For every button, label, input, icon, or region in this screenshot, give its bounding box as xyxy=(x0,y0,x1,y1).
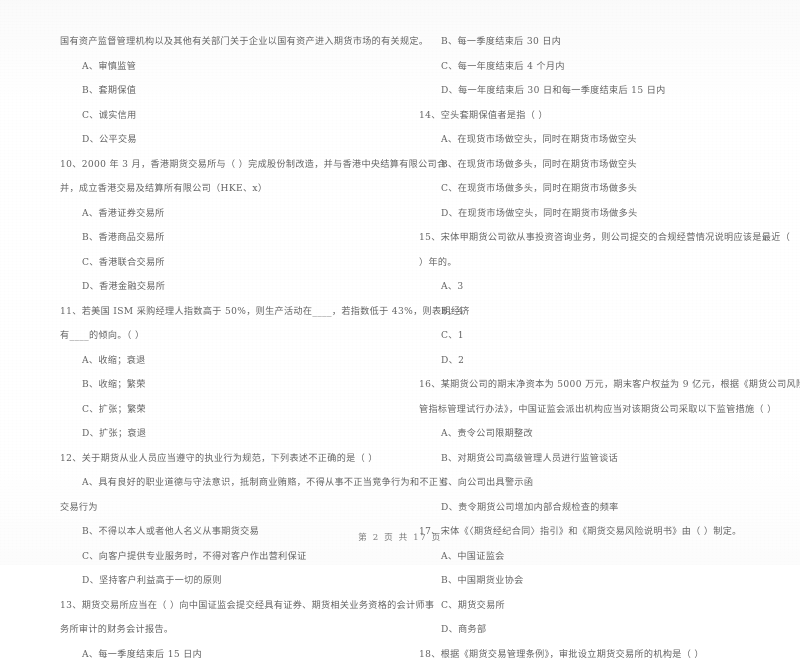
option-item: D、香港金融交易所 xyxy=(60,275,391,300)
option-item: A、在现货市场做空头，同时在期货市场做空头 xyxy=(419,128,750,153)
document-page: 国有资产监督管理机构以及其他有关部门关于企业以国有资产进入期货市场的有关规定。 … xyxy=(0,0,800,565)
option-item: B、4 xyxy=(419,300,750,325)
option-item: A、每一季度结束后 15 日内 xyxy=(60,643,391,667)
option-item: D、商务部 xyxy=(419,618,750,643)
question-stem-14: 14、空头套期保值者是指（ ） xyxy=(419,104,750,129)
question-stem-15: 15、宋体甲期货公司欲从事投资咨询业务，则公司提交的合规经营情况说明应该是最近（ xyxy=(419,226,750,251)
question-stem-continued: 国有资产监督管理机构以及其他有关部门关于企业以国有资产进入期货市场的有关规定。 xyxy=(60,30,391,55)
option-item: C、在现货市场做多头，同时在期货市场做多头 xyxy=(419,177,750,202)
option-item: C、1 xyxy=(419,324,750,349)
option-item: C、期货交易所 xyxy=(419,594,750,619)
question-stem-11: 11、若美国 ISM 采购经理人指数高于 50%，则生产活动在____，若指数低… xyxy=(60,300,391,325)
option-item-wrap: 交易行为 xyxy=(60,496,391,521)
option-item: B、套期保值 xyxy=(60,79,391,104)
option-item: B、香港商品交易所 xyxy=(60,226,391,251)
option-item: C、诚实信用 xyxy=(60,104,391,129)
option-item: A、责令公司限期整改 xyxy=(419,422,750,447)
option-item: B、在现货市场做多头，同时在期货市场做空头 xyxy=(419,153,750,178)
two-column-body: 国有资产监督管理机构以及其他有关部门关于企业以国有资产进入期货市场的有关规定。 … xyxy=(60,30,750,515)
option-item: A、香港证券交易所 xyxy=(60,202,391,227)
option-item: B、中国期货业协会 xyxy=(419,569,750,594)
question-stem-18: 18、根据《期货交易管理条例》，审批设立期货交易所的机构是（ ） xyxy=(419,643,750,667)
question-stem-11-wrap: 有____的倾向。（ ） xyxy=(60,324,391,349)
option-item: B、收缩；繁荣 xyxy=(60,373,391,398)
option-item: D、扩张；衰退 xyxy=(60,422,391,447)
question-stem-16: 16、某期货公司的期末净资本为 5000 万元，期末客户权益为 9 亿元，根据《… xyxy=(419,373,750,398)
question-stem-10: 10、2000 年 3 月，香港期货交易所与（ ）完成股份制改造，并与香港中央结… xyxy=(60,153,391,178)
option-item: A、收缩；衰退 xyxy=(60,349,391,374)
question-stem-13-wrap: 务所审计的财务会计报告。 xyxy=(60,618,391,643)
option-item: C、向公司出具警示函 xyxy=(419,471,750,496)
option-item: A、中国证监会 xyxy=(419,545,750,570)
option-item: D、在现货市场做空头，同时在期货市场做多头 xyxy=(419,202,750,227)
option-item: A、审慎监管 xyxy=(60,55,391,80)
option-item: A、具有良好的职业道德与守法意识，抵制商业贿赂，不得从事不正当竞争行为和不正当 xyxy=(60,471,391,496)
option-item: D、责令期货公司增加内部合规检查的频率 xyxy=(419,496,750,521)
option-item: C、扩张；繁荣 xyxy=(60,398,391,423)
question-stem-15-wrap: ）年的。 xyxy=(419,251,750,276)
option-item: C、香港联合交易所 xyxy=(60,251,391,276)
page-footer: 第 2 页 共 17 页 xyxy=(0,531,800,543)
option-item: C、每一年度结束后 4 个月内 xyxy=(419,55,750,80)
option-item: C、向客户提供专业服务时，不得对客户作出营利保证 xyxy=(60,545,391,570)
option-item: B、对期货公司高级管理人员进行监管谈话 xyxy=(419,447,750,472)
question-stem-13: 13、期货交易所应当在（ ）向中国证监会提交经具有证券、期货相关业务资格的会计师… xyxy=(60,594,391,619)
option-item: D、每一年度结束后 30 日和每一季度结束后 15 日内 xyxy=(419,79,750,104)
question-stem-10-wrap: 并，成立香港交易及结算所有限公司（HKE、x） xyxy=(60,177,391,202)
question-stem-16-wrap: 管指标管理试行办法》，中国证监会派出机构应当对该期货公司采取以下监管措施（ ） xyxy=(419,398,750,423)
option-item: B、每一季度结束后 30 日内 xyxy=(419,30,750,55)
option-item: D、公平交易 xyxy=(60,128,391,153)
left-column: 国有资产监督管理机构以及其他有关部门关于企业以国有资产进入期货市场的有关规定。 … xyxy=(60,30,391,515)
option-item: D、坚持客户利益高于一切的原则 xyxy=(60,569,391,594)
option-item: D、2 xyxy=(419,349,750,374)
option-item: A、3 xyxy=(419,275,750,300)
question-stem-12: 12、关于期货从业人员应当遵守的执业行为规范，下列表述不正确的是（ ） xyxy=(60,447,391,472)
right-column: B、每一季度结束后 30 日内 C、每一年度结束后 4 个月内 D、每一年度结束… xyxy=(419,30,750,515)
